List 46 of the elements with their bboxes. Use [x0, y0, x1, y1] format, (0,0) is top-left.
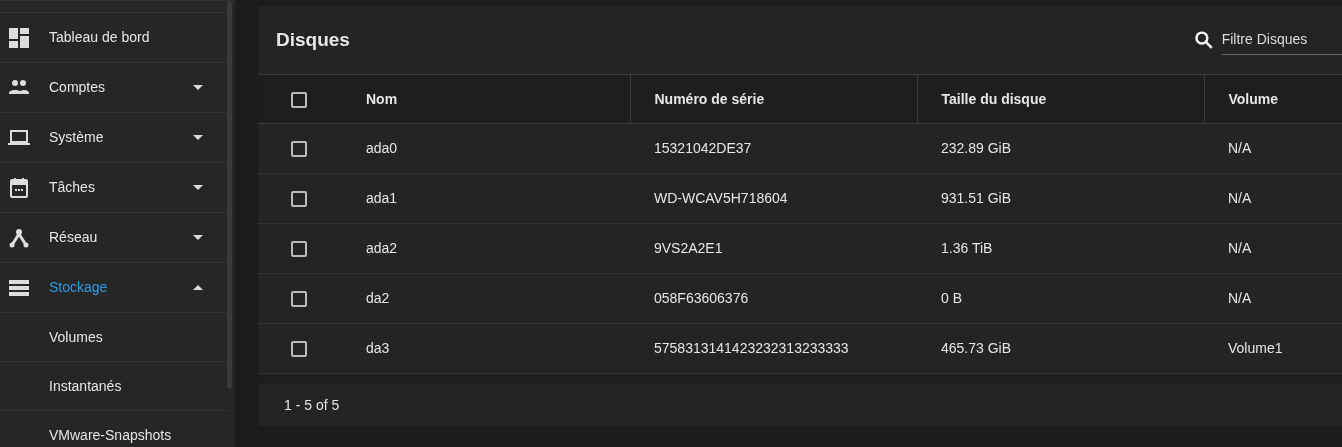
table-cell: N/A: [1228, 240, 1252, 256]
table-cell: 465.73 GiB: [941, 340, 1012, 356]
checkbox[interactable]: [291, 341, 307, 358]
column-header[interactable]: Numéro de série: [654, 90, 765, 107]
table-cell: ada1: [366, 190, 398, 206]
sidebar-subitem[interactable]: Instantanés: [0, 361, 229, 410]
table-cell: WD-WCAV5H718604: [654, 190, 788, 206]
table-cell: da2: [366, 290, 390, 306]
network-icon: [8, 226, 30, 249]
table-cell: 931.51 GiB: [941, 190, 1012, 206]
checkbox[interactable]: [291, 241, 307, 258]
table-cell: 1.36 TiB: [941, 240, 993, 256]
sidebar-item[interactable]: Comptes: [0, 62, 229, 112]
sidebar-item[interactable]: Réseau: [0, 212, 229, 262]
checkbox[interactable]: [291, 141, 307, 158]
paginator-range: 1 - 5 of 5: [284, 395, 340, 415]
dashboard-icon: [8, 26, 30, 49]
table-cell: 9VS2A2E1: [654, 240, 723, 256]
sidebar-item[interactable]: Stockage: [0, 262, 229, 312]
table-cell: ada2: [366, 240, 398, 256]
sidebar-item[interactable]: Système: [0, 112, 229, 162]
table-cell: N/A: [1228, 140, 1252, 156]
column-header[interactable]: Taille du disque: [941, 90, 1047, 107]
column-header[interactable]: Nom: [366, 90, 398, 107]
calendar-icon: [8, 176, 30, 199]
sidebar-item[interactable]: Tâches: [0, 162, 229, 212]
sidebar-item[interactable]: Tableau de bord: [0, 12, 229, 62]
sidebar-subitem[interactable]: Volumes: [0, 312, 229, 361]
table-cell: 0 B: [941, 290, 962, 306]
column-header[interactable]: Volume: [1228, 90, 1279, 107]
table-cell: 232.89 GiB: [941, 140, 1012, 156]
table-cell: 15321042DE37: [654, 140, 752, 156]
filter-field[interactable]: Filtre Disques: [1221, 25, 1342, 55]
card-title: Disques: [276, 28, 351, 52]
table-cell: da3: [366, 340, 390, 356]
table-cell: N/A: [1228, 190, 1252, 206]
table-cell: N/A: [1228, 290, 1252, 306]
search-icon: [1194, 30, 1214, 50]
sidebar-subitem[interactable]: VMware-Snapshots: [0, 410, 229, 447]
table-cell: Volume1: [1228, 340, 1283, 356]
table-cell: ada0: [366, 140, 398, 156]
checkbox[interactable]: [291, 191, 307, 208]
checkbox[interactable]: [291, 91, 307, 108]
table-cell: 058F63606376: [654, 290, 749, 306]
table-cell: 5758313141423232313233333: [654, 340, 849, 356]
checkbox[interactable]: [291, 291, 307, 308]
